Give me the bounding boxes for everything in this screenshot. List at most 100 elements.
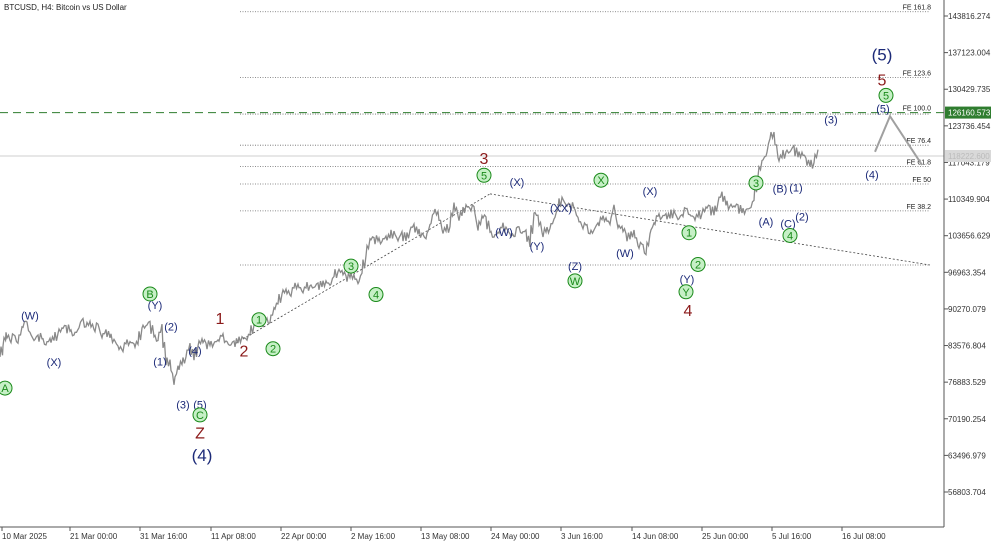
wave-label-text: (5) bbox=[872, 45, 893, 64]
wave-label-text: 4 bbox=[373, 290, 379, 302]
wave-label: 2 bbox=[240, 343, 249, 360]
wave-label: Y bbox=[678, 284, 694, 300]
fib-level-label: FE 100.0 bbox=[903, 106, 932, 113]
wave-label-text: 4 bbox=[787, 230, 793, 242]
wave-label-text: 1 bbox=[686, 228, 692, 240]
wave-label-text: C bbox=[196, 410, 204, 422]
wave-label: (3) bbox=[824, 114, 837, 126]
wave-label-text: (W) bbox=[495, 227, 513, 239]
y-tick-label: 56803.704 bbox=[948, 488, 986, 497]
wave-label: (X) bbox=[47, 357, 62, 369]
wave-label: C bbox=[192, 407, 208, 423]
y-tick-label: 63496.979 bbox=[948, 451, 986, 460]
wave-label: 2 bbox=[265, 341, 281, 357]
wave-label: (2) bbox=[164, 322, 177, 334]
wave-label-text: (1) bbox=[153, 357, 166, 369]
x-tick-label: 25 Jun 00:00 bbox=[702, 532, 749, 541]
x-tick-label: 11 Apr 08:00 bbox=[211, 532, 256, 541]
fib-level-label: FE 38.2 bbox=[906, 204, 931, 211]
wave-label-text: (1) bbox=[789, 183, 802, 195]
x-tick-label: 21 Mar 00:00 bbox=[70, 532, 118, 541]
fib-level-label: FE 123.6 bbox=[903, 70, 932, 77]
x-tick-label: 22 Apr 00:00 bbox=[281, 532, 327, 541]
wave-label-text: X bbox=[597, 175, 605, 187]
wave-label-text: (Y) bbox=[680, 274, 695, 286]
fib-level-label: FE 161.8 bbox=[903, 5, 932, 12]
wave-label: 4 bbox=[782, 227, 798, 243]
wave-label-text: 3 bbox=[480, 151, 489, 168]
wave-label: (1) bbox=[789, 183, 802, 195]
fib-level-label: FE 50 bbox=[912, 177, 931, 184]
wave-label: (X) bbox=[510, 177, 525, 189]
current-price-label: 126160.573 bbox=[948, 109, 991, 118]
y-tick-label: 143816.274 bbox=[948, 12, 991, 21]
wave-label-text: (W) bbox=[616, 248, 634, 260]
wave-label-text: (5) bbox=[876, 103, 889, 115]
wave-label: (Y) bbox=[680, 274, 695, 286]
wave-label: 3 bbox=[748, 175, 764, 191]
wave-label: 4 bbox=[368, 287, 384, 303]
wave-label: X bbox=[593, 172, 609, 188]
wave-label: 4 bbox=[684, 303, 693, 320]
wave-label: (Y) bbox=[530, 241, 545, 253]
wave-label: A bbox=[0, 380, 13, 396]
wave-label-text: (4) bbox=[865, 170, 878, 182]
x-tick-label: 14 Jun 08:00 bbox=[632, 532, 679, 541]
x-tick-label: 5 Jul 16:00 bbox=[772, 532, 812, 541]
wave-label-text: 3 bbox=[348, 261, 354, 273]
wave-label: (A) bbox=[759, 217, 774, 229]
wave-label: (3) bbox=[176, 399, 189, 411]
y-tick-label: 90270.079 bbox=[948, 305, 986, 314]
wave-label-text: (4) bbox=[188, 346, 201, 358]
wave-label: (W) bbox=[21, 311, 39, 323]
wave-label-text: (W) bbox=[21, 311, 39, 323]
wave-label: 5 bbox=[878, 73, 887, 90]
y-tick-label: 123736.454 bbox=[948, 122, 991, 131]
wave-label-text: Z bbox=[195, 426, 205, 443]
wave-label-text: (A) bbox=[759, 217, 774, 229]
wave-label-text: Y bbox=[682, 287, 690, 299]
wave-label: 5 bbox=[878, 87, 894, 103]
wave-label: (Z) bbox=[568, 261, 582, 273]
wave-label-text: (4) bbox=[192, 446, 213, 465]
wave-label: 1 bbox=[681, 225, 697, 241]
wave-label-text: 5 bbox=[878, 73, 887, 90]
y-tick-label: 96963.354 bbox=[948, 268, 986, 277]
wave-label-text: (3) bbox=[824, 114, 837, 126]
wave-label: (4) bbox=[865, 170, 878, 182]
wave-label-text: (X) bbox=[47, 357, 62, 369]
y-tick-label: 76883.529 bbox=[948, 378, 986, 387]
wave-label-text: (Z) bbox=[568, 261, 582, 273]
wave-label-text: 2 bbox=[695, 259, 701, 271]
x-tick-label: 3 Jun 16:00 bbox=[561, 532, 603, 541]
wave-label-text: 5 bbox=[481, 170, 487, 182]
bid-price-label: 118222.600 bbox=[948, 152, 990, 161]
chart-background bbox=[0, 0, 1000, 545]
wave-label: (W) bbox=[495, 227, 513, 239]
y-tick-label: 83576.804 bbox=[948, 342, 986, 351]
wave-label: 3 bbox=[480, 151, 489, 168]
wave-label-text: A bbox=[1, 383, 9, 395]
wave-label-text: 1 bbox=[256, 315, 262, 327]
wave-label: (W) bbox=[616, 248, 634, 260]
wave-label: 2 bbox=[690, 256, 706, 272]
wave-label-text: (XX) bbox=[550, 203, 572, 215]
wave-label-text: (2) bbox=[164, 322, 177, 334]
wave-label: Z bbox=[195, 426, 205, 443]
wave-label: (1) bbox=[153, 357, 166, 369]
wave-label-text: (Y) bbox=[148, 300, 163, 312]
wave-label-text: 4 bbox=[684, 303, 693, 320]
wave-label: (4) bbox=[188, 346, 201, 358]
wave-label: (X) bbox=[643, 186, 658, 198]
wave-label-text: (3) bbox=[176, 399, 189, 411]
x-tick-label: 31 Mar 16:00 bbox=[140, 532, 188, 541]
wave-label: (XX) bbox=[550, 203, 572, 215]
wave-label-text: 2 bbox=[270, 344, 276, 356]
wave-label: (5) bbox=[872, 45, 893, 64]
y-tick-label: 130429.735 bbox=[948, 85, 991, 94]
fib-level-label: FE 76.4 bbox=[906, 138, 931, 145]
y-tick-label: 137123.004 bbox=[948, 49, 991, 58]
wave-label: (4) bbox=[192, 446, 213, 465]
wave-label: (2) bbox=[795, 212, 808, 224]
wave-label-text: (X) bbox=[643, 186, 658, 198]
